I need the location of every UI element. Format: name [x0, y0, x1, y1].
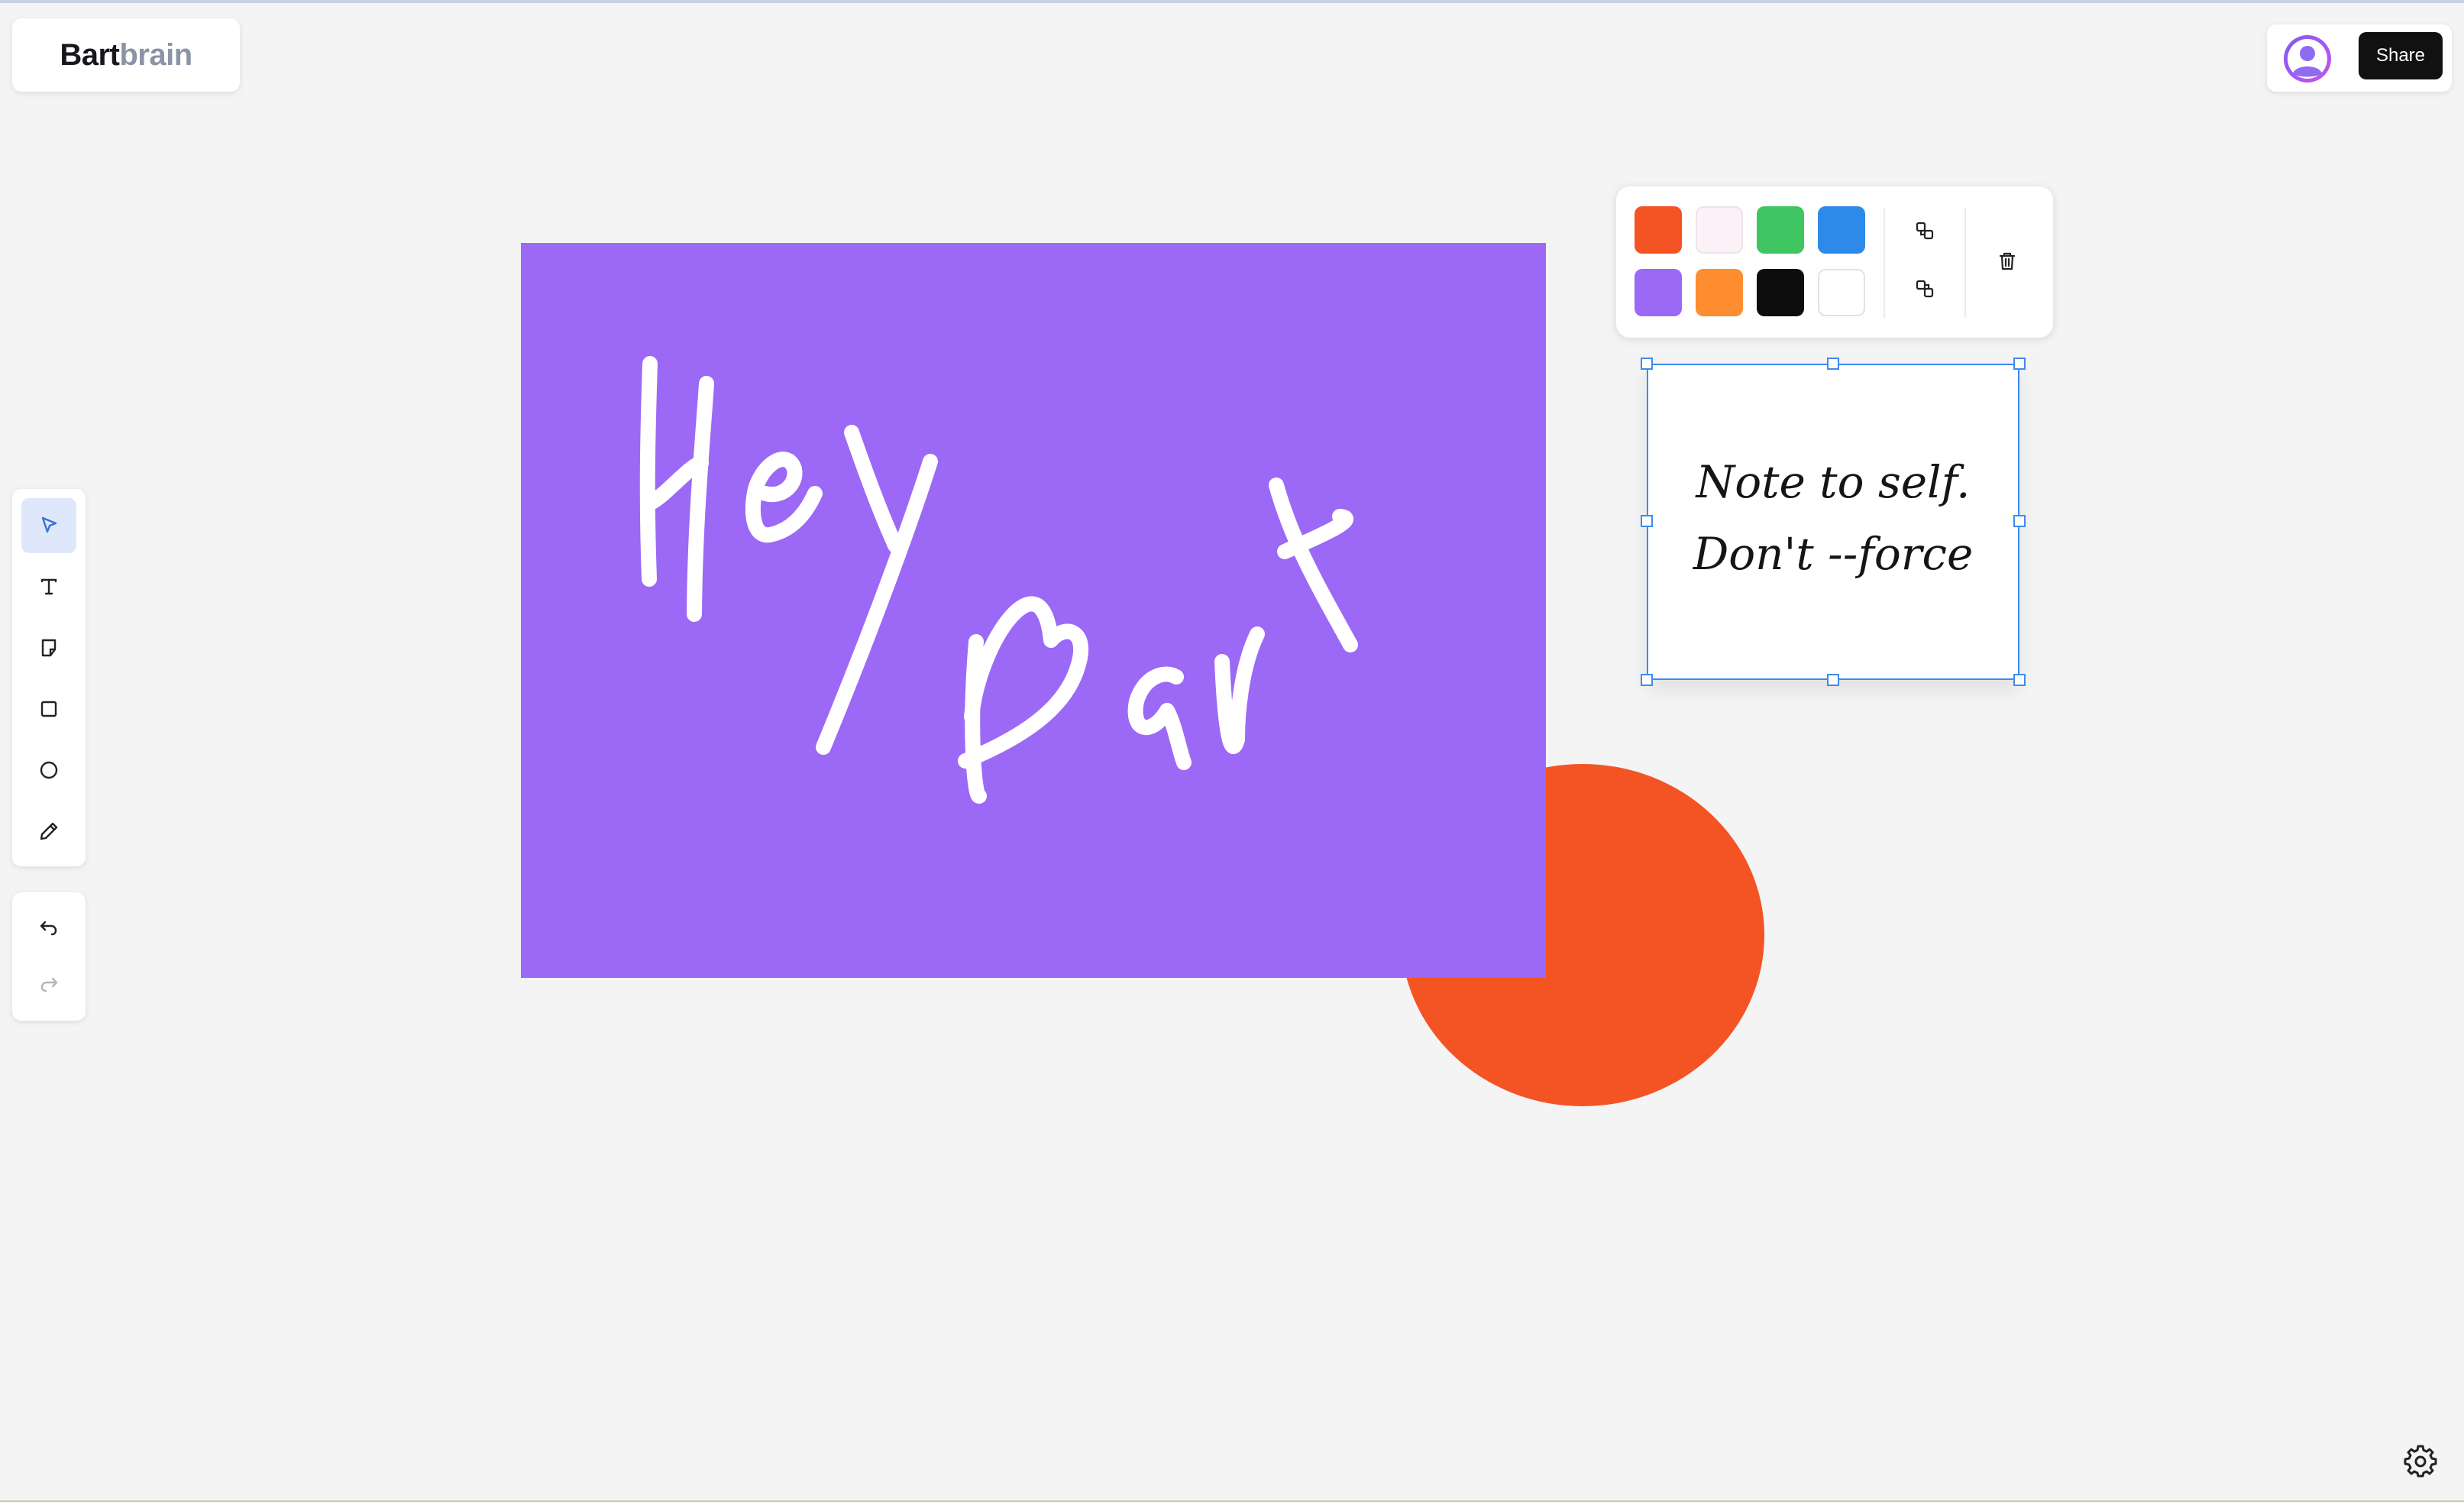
resize-handle-left[interactable] — [1641, 515, 1653, 527]
color-swatch-red[interactable] — [1635, 206, 1682, 254]
redo-icon — [40, 977, 58, 992]
text-icon — [40, 578, 57, 595]
freehand-drawing[interactable] — [521, 243, 1546, 978]
note-line-1: Note to self. — [1696, 456, 1971, 508]
color-swatch-pink[interactable] — [1696, 206, 1743, 254]
app-logo[interactable]: Bart brain — [12, 18, 240, 92]
sticky-note-icon — [41, 639, 57, 657]
resize-handle-bottom[interactable] — [1827, 674, 1839, 686]
pencil-icon — [40, 822, 58, 840]
avatar[interactable] — [2284, 35, 2331, 83]
tool-select[interactable] — [21, 498, 76, 553]
send-backward-button[interactable] — [1903, 267, 1946, 310]
color-swatch-orange[interactable] — [1696, 269, 1743, 316]
share-button[interactable]: Share — [2359, 32, 2443, 79]
tool-rectangle[interactable] — [21, 681, 76, 736]
select-arrow-icon — [41, 516, 57, 533]
resize-handle-bottom-left[interactable] — [1641, 674, 1653, 686]
undo-button[interactable] — [21, 900, 76, 955]
user-icon — [2288, 39, 2327, 79]
resize-handle-top-left[interactable] — [1641, 358, 1653, 370]
color-swatch-white[interactable] — [1818, 269, 1865, 316]
color-swatch-green[interactable] — [1757, 206, 1804, 254]
tool-pencil[interactable] — [21, 804, 76, 859]
settings-button[interactable] — [2400, 1441, 2441, 1482]
gear-icon — [2404, 1445, 2437, 1478]
style-popover — [1616, 186, 2053, 338]
tool-text[interactable] — [21, 559, 76, 614]
sticky-note[interactable]: Note to self. Don't --force — [1647, 364, 2019, 680]
history-controls — [12, 892, 86, 1021]
resize-handle-top[interactable] — [1827, 358, 1839, 370]
popover-divider — [1884, 208, 1885, 318]
trash-icon — [1999, 252, 2016, 270]
rectangle-icon — [40, 701, 57, 717]
whiteboard-app: Bart brain Share Note to self. Don't --f… — [0, 0, 2464, 1502]
popover-divider-2 — [1964, 208, 1966, 318]
ellipse-icon — [40, 761, 58, 779]
color-swatch-purple[interactable] — [1635, 269, 1682, 316]
send-backward-icon — [1916, 280, 1934, 298]
bring-forward-icon — [1916, 222, 1934, 240]
logo-part-bart: Bart — [60, 37, 120, 72]
resize-handle-top-right[interactable] — [2013, 358, 2026, 370]
header-actions: Share — [2267, 24, 2452, 92]
resize-handle-right[interactable] — [2013, 515, 2026, 527]
tool-sticky-note[interactable] — [21, 620, 76, 675]
delete-button[interactable] — [1986, 240, 2029, 283]
color-swatch-black[interactable] — [1757, 269, 1804, 316]
sticky-note-text[interactable]: Note to self. Don't --force — [1693, 446, 1974, 590]
logo-part-brain: brain — [119, 37, 192, 72]
redo-button[interactable] — [21, 957, 76, 1012]
resize-handle-bottom-right[interactable] — [2013, 674, 2026, 686]
color-swatch-blue[interactable] — [1818, 206, 1865, 254]
undo-icon — [40, 921, 57, 936]
note-line-2: Don't --force — [1693, 528, 1974, 580]
tool-ellipse[interactable] — [21, 743, 76, 798]
bring-forward-button[interactable] — [1903, 209, 1946, 252]
tool-palette — [12, 489, 86, 866]
